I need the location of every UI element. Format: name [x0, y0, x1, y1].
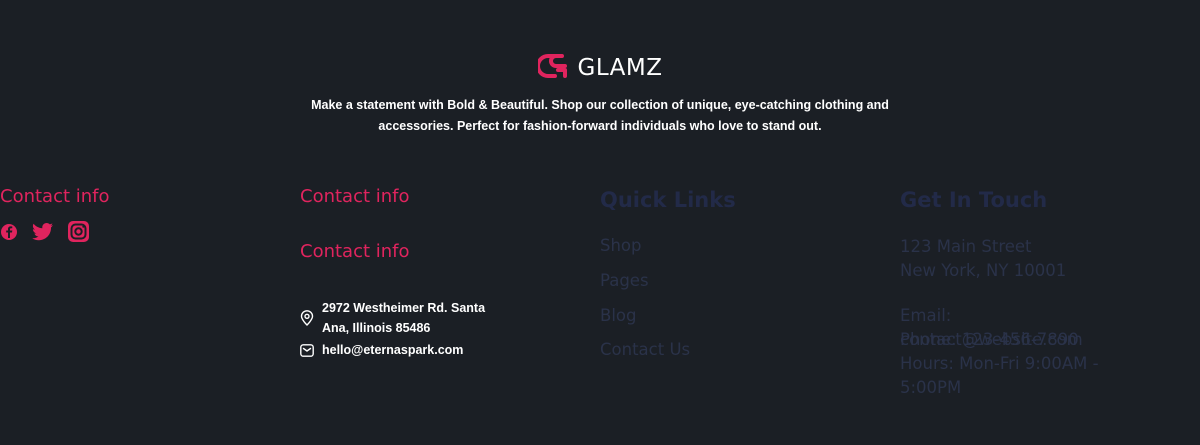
- social-links: [0, 221, 89, 242]
- get-in-touch-heading: Get In Touch: [900, 188, 1048, 212]
- email-row[interactable]: hello@eternaspark.com: [300, 340, 463, 363]
- city-address: New York, NY 10001: [900, 261, 1067, 280]
- quick-link-contact-us[interactable]: Contact Us: [600, 340, 690, 359]
- mail-icon: [300, 343, 314, 363]
- quick-link-pages[interactable]: Pages: [600, 271, 649, 290]
- facebook-icon[interactable]: [0, 223, 18, 241]
- brand-name: GLAMZ: [577, 55, 663, 81]
- address-line-1: 2972 Westheimer Rd. Santa: [322, 301, 486, 315]
- location-pin-icon: [300, 310, 314, 332]
- address-text: 2972 Westheimer Rd. Santa Ana, Illinois …: [322, 298, 485, 338]
- address-row: 2972 Westheimer Rd. Santa Ana, Illinois …: [300, 298, 485, 338]
- contact-info-heading: Contact info: [0, 186, 110, 207]
- address-line-2: Ana, Illinois 85486: [322, 321, 431, 335]
- quick-link-blog[interactable]: Blog: [600, 306, 636, 325]
- brand-tagline: Make a statement with Bold & Beautiful. …: [311, 98, 889, 133]
- contact-info-heading-3: Contact info: [300, 241, 410, 262]
- phone-text: Phone: 123-456-7890: [900, 330, 1079, 349]
- twitter-icon[interactable]: [32, 222, 54, 241]
- quick-links-heading: Quick Links: [600, 188, 736, 212]
- email-link[interactable]: hello@eternaspark.com: [322, 340, 463, 360]
- hours-text: Hours: Mon-Fri 9:00AM - 5:00PM: [900, 354, 1099, 397]
- street-address: 123 Main Street: [900, 237, 1032, 256]
- quick-link-shop[interactable]: Shop: [600, 236, 642, 255]
- glamz-logo-icon: [535, 52, 570, 84]
- instagram-icon[interactable]: [68, 221, 89, 242]
- contact-info-heading-2: Contact info: [300, 186, 410, 207]
- email-label: Email:: [900, 306, 952, 325]
- footer-brand[interactable]: GLAMZ: [0, 52, 1200, 84]
